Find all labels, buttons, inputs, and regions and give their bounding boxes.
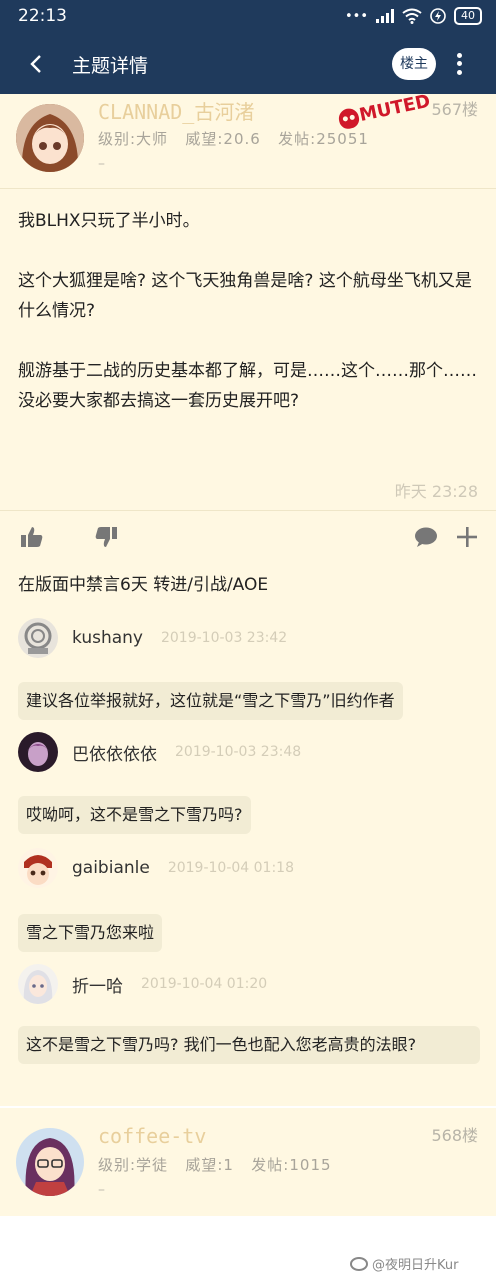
reply-username[interactable]: gaibianle (72, 858, 150, 878)
plus-icon[interactable] (456, 526, 478, 548)
reply-bubble: 哎呦呵，这不是雪之下雪乃吗? (18, 796, 251, 834)
post-paragraph: 这个大狐狸是啥? 这个飞天独角兽是啥? 这个航母坐飞机又是什么情况? (18, 271, 472, 321)
floor-number: 568楼 (431, 1126, 478, 1145)
muted-stamp: MUTED (336, 91, 432, 131)
avatar[interactable] (16, 104, 84, 172)
avatar-image (16, 104, 84, 172)
wifi-icon (402, 8, 422, 24)
reply-header: gaibianle 2019-10-04 01:18 (18, 848, 294, 888)
status-time: 22:13 (18, 6, 67, 26)
reply-header: 折一哈 2019-10-04 01:20 (18, 964, 267, 1004)
avatar[interactable] (18, 848, 58, 888)
avatar-image (16, 1128, 84, 1196)
reply-time: 2019-10-04 01:20 (141, 976, 268, 992)
divider (0, 510, 496, 511)
battery-icon: 40 (454, 7, 482, 25)
reply-time: 2019-10-03 23:48 (175, 744, 302, 760)
charging-icon (430, 8, 446, 24)
avatar[interactable] (18, 964, 58, 1004)
reply-time: 2019-10-03 23:42 (160, 630, 288, 646)
user-level: 级别:大师 (98, 130, 169, 148)
divider (0, 188, 496, 189)
chevron-left-icon (30, 55, 41, 73)
reply-username[interactable]: 折一哈 (72, 972, 123, 997)
post-actions (0, 520, 496, 558)
status-dots-icon: ••• (344, 8, 368, 24)
reply-bubble: 这不是雪之下雪乃吗? 我们一色也配入您老高贵的法眼? (18, 1026, 480, 1064)
post-username[interactable]: CLANNAD_古河渚 (98, 96, 254, 125)
comment-icon[interactable] (414, 526, 438, 548)
thumbs-down-icon[interactable] (94, 526, 118, 548)
nav-bar: 主题详情 楼主 (0, 34, 496, 94)
reply-time: 2019-10-04 01:18 (167, 860, 294, 876)
reply-username[interactable]: 巴依依依依 (72, 740, 157, 765)
only-op-button[interactable]: 楼主 (392, 48, 436, 80)
avatar[interactable] (16, 1128, 84, 1196)
avatar[interactable] (18, 618, 58, 658)
user-prestige: 威望:20.6 (185, 130, 261, 148)
post-username[interactable]: coffee-tv (98, 1124, 206, 1148)
post-card: coffee-tv 568楼 级别:学徒 威望:1 发帖:1015 – (0, 1108, 496, 1216)
user-stats: 级别:学徒 威望:1 发帖:1015 (98, 1154, 332, 1175)
post-card: CLANNAD_古河渚 MUTED 567楼 级别:大师 威望:20.6 发帖:… (0, 91, 496, 1106)
post-paragraph: 舰游基于二战的历史基本都了解，可是……这个……那个……没必要大家都去搞这一套历史… (18, 361, 477, 411)
reply-bubble: 建议各位举报就好，这位就是“雪之下雪乃”旧约作者 (18, 682, 403, 720)
floor-number: 567楼 (431, 100, 478, 119)
reply-username[interactable]: kushany (72, 628, 143, 648)
more-button[interactable] (450, 48, 468, 80)
ban-notice: 在版面中禁言6天 转进/引战/AOE (18, 575, 269, 595)
post-paragraph: 我BLHX只玩了半小时。 (18, 211, 200, 231)
page-title: 主题详情 (72, 55, 149, 77)
user-prestige: 威望:1 (185, 1156, 234, 1174)
thumbs-up-icon[interactable] (20, 526, 44, 548)
weibo-watermark: @夜明日升Kur (350, 1254, 458, 1273)
user-signature: – (98, 156, 105, 172)
post-content: 我BLHX只玩了半小时。 这个大狐狸是啥? 这个飞天独角兽是啥? 这个航母坐飞机… (18, 206, 480, 446)
user-posts: 发帖:1015 (251, 1156, 332, 1174)
user-posts: 发帖:25051 (278, 130, 369, 148)
user-stats: 级别:大师 威望:20.6 发帖:25051 (98, 128, 369, 149)
reply-bubble: 雪之下雪乃您来啦 (18, 914, 163, 952)
post-time: 昨天 23:28 (394, 482, 478, 501)
status-icons: ••• 40 (345, 7, 482, 25)
weibo-icon (350, 1256, 368, 1271)
skull-icon (336, 106, 361, 130)
user-level: 级别:学徒 (98, 1156, 169, 1174)
status-bar: 22:13 ••• 40 (0, 0, 496, 34)
back-button[interactable] (22, 48, 50, 80)
user-signature: – (98, 1182, 105, 1198)
reply-header: 巴依依依依 2019-10-03 23:48 (18, 732, 301, 772)
more-vertical-icon (456, 52, 462, 58)
avatar[interactable] (18, 732, 58, 772)
reply-header: kushany 2019-10-03 23:42 (18, 618, 287, 658)
signal-icon (376, 9, 394, 23)
